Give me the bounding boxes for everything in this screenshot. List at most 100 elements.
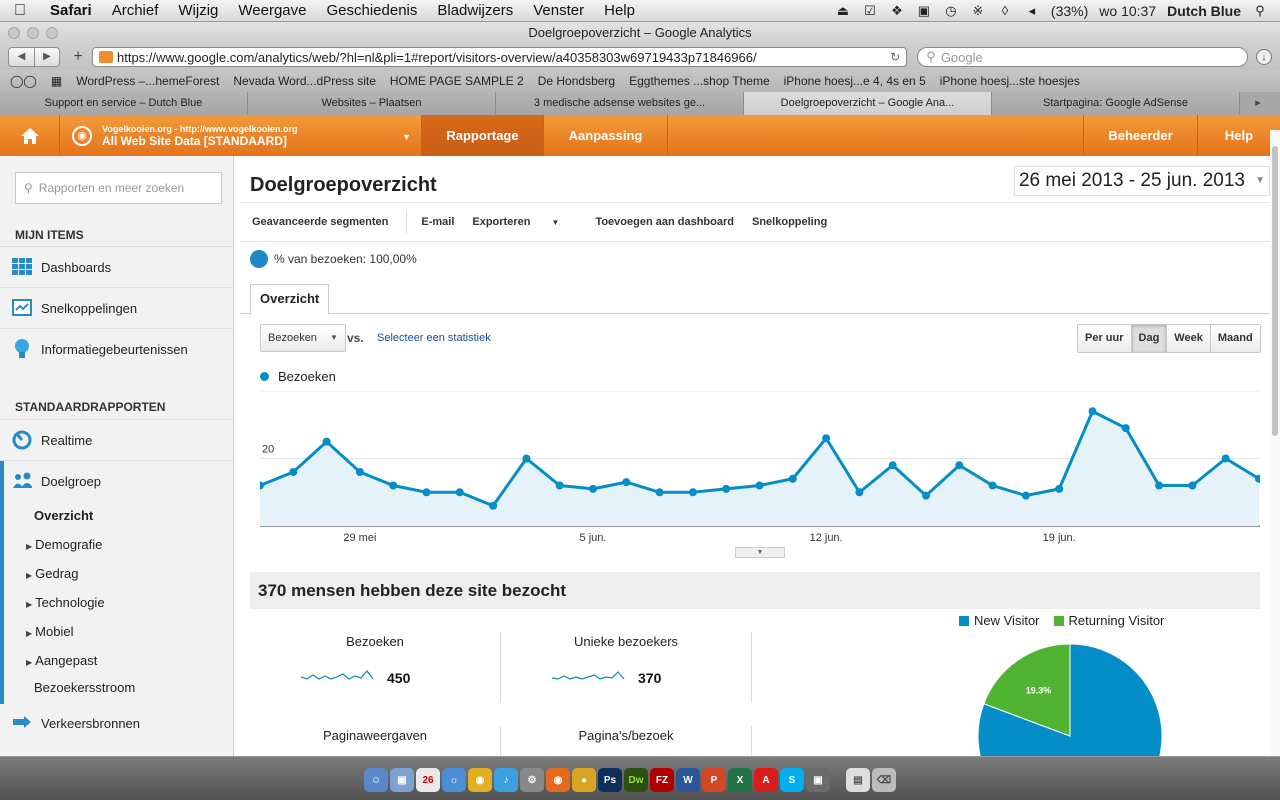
nav-help[interactable]: Help [1198,115,1280,156]
photoshop-icon[interactable]: Ps [598,768,622,792]
firefox-icon[interactable]: ◉ [546,768,570,792]
close-window-button[interactable] [8,27,20,39]
advanced-segments-button[interactable]: Geavanceerde segmenten [252,216,388,228]
wifi-icon[interactable]: ◊ [997,3,1013,18]
apple-menu-icon[interactable]:  [0,2,40,20]
reload-icon[interactable]: ↻ [890,50,900,64]
shortcut-button[interactable]: Snelkoppeling [752,216,827,228]
clock[interactable]: wo 10:37 [1099,3,1156,19]
scrollbar-thumb[interactable] [1272,146,1278,436]
bookmark-item[interactable]: Eggthemes ...shop Theme [629,74,770,88]
vertical-scrollbar[interactable] [1270,130,1280,756]
nav-admin[interactable]: Beheerder [1084,115,1198,156]
top-sites-icon[interactable]: ▦ [51,74,62,88]
filezilla-icon[interactable]: FZ [650,768,674,792]
select-metric-link[interactable]: Selecteer een statistiek [377,332,491,344]
menu-venster[interactable]: Venster [523,2,594,19]
iphoto-icon[interactable]: ▣ [806,768,830,792]
metric-select[interactable]: Bezoeken ▼ [260,324,346,352]
sidebar-item-dashboards[interactable]: Dashboards [0,246,233,287]
back-icon[interactable]: ◀ [9,48,34,66]
address-bar[interactable]: https://www.google.com/analytics/web/?hl… [91,47,908,67]
spotlight-icon[interactable]: ⚲ [1252,3,1268,19]
finder-icon[interactable]: ☺ [364,768,388,792]
chrome-icon[interactable]: ◉ [468,768,492,792]
menu-geschiedenis[interactable]: Geschiedenis [316,2,427,19]
tab-overview[interactable]: Overzicht [250,284,330,315]
calendar-icon[interactable]: 26 [416,768,440,792]
battery-status[interactable]: (33%) [1051,3,1088,19]
browser-tab[interactable]: Support en service – Dutch Blue [0,92,248,115]
period-hourly-button[interactable]: Per uur [1078,325,1131,352]
display-icon[interactable]: ▣ [916,3,932,19]
search-field[interactable]: ⚲ Google [917,47,1249,67]
date-range-picker[interactable]: 26 mei 2013 - 25 jun. 2013 ▼ [1013,166,1270,196]
bookmark-item[interactable]: De Hondsberg [538,74,615,88]
user-name[interactable]: Dutch Blue [1167,3,1241,19]
bookmark-item[interactable]: iPhone hoesj...e 4, 4s en 5 [784,74,926,88]
browser-tab[interactable]: Startpagina: Google AdSense [992,92,1240,115]
minimize-window-button[interactable] [27,27,39,39]
menu-wijzig[interactable]: Wijzig [168,2,228,19]
sidebar-subitem-behavior[interactable]: ▶ Gedrag [26,566,79,581]
menu-weergave[interactable]: Weergave [228,2,316,19]
home-button[interactable] [0,115,60,156]
safari-icon[interactable]: ☼ [442,768,466,792]
trash-icon[interactable]: ⌫ [872,768,896,792]
email-button[interactable]: E-mail [421,216,454,228]
bookmark-item[interactable]: iPhone hoesj...ste hoesjes [940,74,1080,88]
eject-icon[interactable]: ⏏ [835,3,851,19]
dreamweaver-icon[interactable]: Dw [624,768,648,792]
sidebar-item-shortcuts[interactable]: Snelkoppelingen [0,287,233,328]
bookmark-item[interactable]: Nevada Word...dPress site [233,74,376,88]
tab-overflow-icon[interactable]: ▸ [1240,92,1276,115]
sidebar-subitem-demographics[interactable]: ▶ Demografie [26,537,102,552]
downloads-icon[interactable]: ↓ [1256,49,1272,65]
preview-icon[interactable]: ▣ [390,768,414,792]
segment-indicator[interactable]: % van bezoeken: 100,00% [250,250,417,268]
sidebar-item-traffic-sources[interactable]: Verkeersbronnen [0,703,233,744]
bookmark-item[interactable]: WordPress –...hemeForest [76,74,219,88]
bookmark-item[interactable]: HOME PAGE SAMPLE 2 [390,74,524,88]
itunes-icon[interactable]: ♪ [494,768,518,792]
nav-reporting[interactable]: Rapportage [422,115,544,156]
sidebar-item-audience[interactable]: Doelgroep [0,460,233,501]
time-machine-icon[interactable]: ◷ [943,3,959,19]
acrobat-icon[interactable]: A [754,768,778,792]
sidebar-subitem-visitors-flow[interactable]: Bezoekersstroom [34,680,135,695]
volume-icon[interactable]: ◂ [1024,3,1040,19]
browser-tab-active[interactable]: Doelgroepoverzicht – Google Ana... [744,92,992,115]
period-week-button[interactable]: Week [1166,325,1210,352]
browser-tab[interactable]: 3 medische adsense websites ge... [496,92,744,115]
bluetooth-icon[interactable]: ※ [970,3,986,19]
sidebar-item-realtime[interactable]: Realtime [0,419,233,460]
add-bookmark-icon[interactable]: + [66,48,90,66]
powerpoint-icon[interactable]: P [702,768,726,792]
word-icon[interactable]: W [676,768,700,792]
dropbox-icon[interactable]: ❖ [889,3,905,19]
menu-help[interactable]: Help [594,2,645,19]
period-day-button[interactable]: Dag [1130,325,1167,352]
skype-icon[interactable]: S [780,768,804,792]
sidebar-subitem-mobile[interactable]: ▶ Mobiel [26,624,73,639]
browser-tab[interactable]: Websites – Plaatsen [248,92,496,115]
menu-safari[interactable]: Safari [40,2,102,19]
period-month-button[interactable]: Maand [1209,325,1260,352]
photo-icon[interactable]: ⚙ [520,768,544,792]
report-search-input[interactable]: ⚲ Rapporten en meer zoeken [15,172,222,204]
reading-list-icon[interactable]: ◯◯ [10,74,37,88]
sidebar-subitem-overview[interactable]: Overzicht [34,508,93,523]
documents-icon[interactable]: ▤ [846,768,870,792]
menu-archief[interactable]: Archief [102,2,169,19]
sidebar-subitem-custom[interactable]: ▶ Aangepast [26,653,97,668]
zoom-window-button[interactable] [46,27,58,39]
excel-icon[interactable]: X [728,768,752,792]
export-button[interactable]: Exporteren ▼ [472,216,577,228]
add-to-dashboard-button[interactable]: Toevoegen aan dashboard [595,216,734,228]
chart-collapse-button[interactable]: ▼ [735,547,785,558]
sidebar-subitem-technology[interactable]: ▶ Technologie [26,595,105,610]
checkbox-icon[interactable]: ☑ [862,3,878,19]
app-icon[interactable]: ● [572,768,596,792]
menu-bladwijzers[interactable]: Bladwijzers [427,2,523,19]
forward-icon[interactable]: ▶ [34,48,59,66]
